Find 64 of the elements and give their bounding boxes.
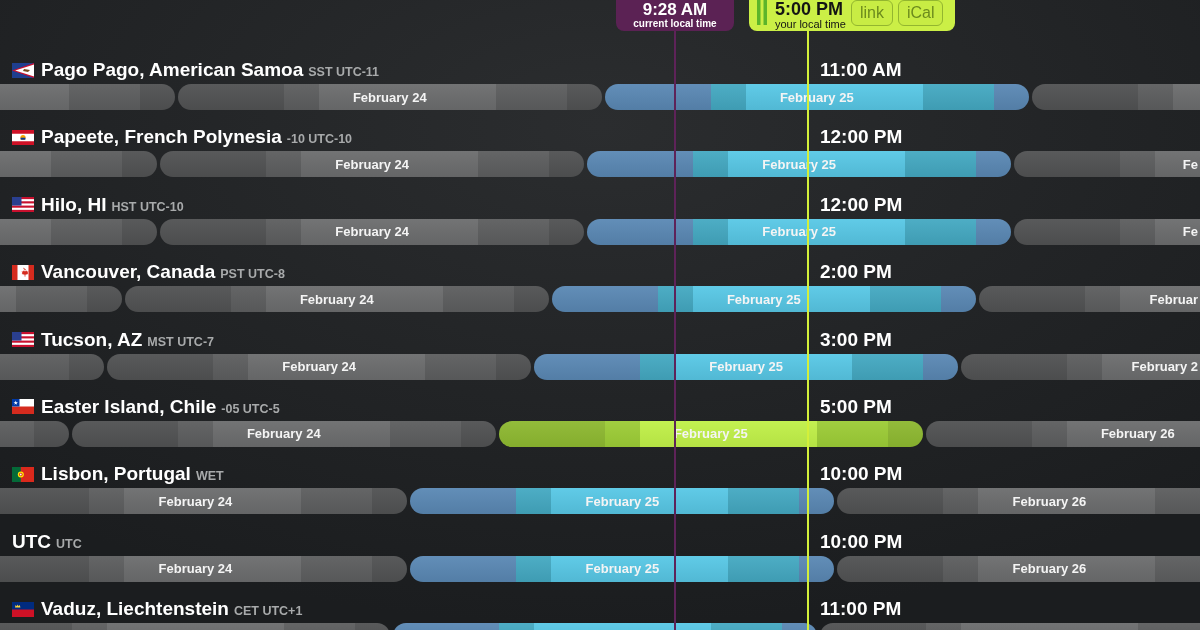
- flag-icon: [12, 332, 34, 348]
- city-time: 11:00 AM: [819, 59, 902, 81]
- day-label: February 25: [585, 561, 660, 577]
- day-label: February 24: [158, 493, 233, 509]
- city-time: 12:00 PM: [819, 193, 903, 216]
- day-label: February 2: [1131, 359, 1198, 375]
- city-time: 11:00 PM: [819, 598, 902, 621]
- day-label: February 26: [1012, 493, 1087, 509]
- flag-icon: [12, 399, 34, 415]
- action-button[interactable]: iCal: [897, 0, 944, 26]
- day-label: February 25: [585, 493, 660, 509]
- city-name: Pago Pago, American Samoa: [41, 59, 304, 81]
- city-name: Lisbon, Portugal: [41, 463, 191, 486]
- city-name: Hilo, HI: [41, 193, 107, 216]
- time-zone-label: UTC: [56, 536, 82, 551]
- city-time: 12:00 PM: [819, 126, 903, 149]
- city-name: UTC: [12, 530, 52, 553]
- current-time-caption: current local time: [633, 18, 717, 29]
- day-label: February 24: [246, 426, 321, 442]
- time-handle[interactable]: 5:00 PM your local time link iCal: [748, 0, 955, 31]
- day-label: February 24: [158, 561, 233, 577]
- grip-icon[interactable]: [756, 0, 767, 25]
- action-button[interactable]: link: [850, 0, 893, 26]
- day-label: February 26: [1100, 426, 1175, 442]
- day-label: February 24: [299, 291, 374, 307]
- time-zone-label: CET UTC+1: [233, 604, 303, 619]
- day-label: February 25: [709, 359, 783, 375]
- city-name: Vaduz, Liechtenstein: [41, 598, 229, 621]
- city-time: 2:00 PM: [819, 261, 892, 284]
- time-zone-label: SST UTC-11: [308, 65, 380, 79]
- flag-icon: [12, 129, 34, 145]
- flag-icon: [12, 62, 34, 78]
- flag-icon: [12, 197, 34, 213]
- city-time: 10:00 PM: [819, 530, 903, 553]
- flag-icon: [12, 264, 34, 280]
- day-label: February 24: [335, 224, 409, 240]
- selected-time: 5:00 PM: [774, 0, 844, 18]
- time-zone-label: -05 UTC-5: [221, 401, 280, 416]
- city-time: 5:00 PM: [819, 395, 892, 418]
- day-label: February 24: [282, 359, 356, 375]
- day-label: February 25: [726, 291, 801, 307]
- day-label: February 24: [335, 156, 409, 172]
- day-label: February 26: [1012, 561, 1087, 577]
- city-time: 10:00 PM: [819, 463, 903, 486]
- flag-icon: [12, 601, 34, 617]
- time-zone-label: MST UTC-7: [147, 334, 214, 349]
- time-zone-label: PST UTC-8: [220, 267, 285, 282]
- day-label: February 24: [352, 89, 427, 105]
- day-label: February 25: [673, 426, 748, 442]
- current-time: 9:28 AM: [642, 1, 708, 18]
- selected-time-line[interactable]: [806, 31, 809, 57]
- day-label: Februar: [1149, 291, 1198, 307]
- day-label: Fe: [1182, 156, 1198, 172]
- city-name: Vancouver, Canada: [41, 261, 216, 284]
- city-name: Papeete, French Polynesia: [41, 126, 282, 149]
- time-zone-label: -10 UTC-10: [286, 132, 353, 147]
- time-zone-label: WET: [195, 469, 224, 484]
- city-name: Easter Island, Chile: [41, 395, 217, 418]
- day-label: Fe: [1182, 224, 1198, 240]
- time-zone-label: HST UTC-10: [111, 199, 184, 214]
- city-time: 3:00 PM: [819, 328, 892, 351]
- city-name: Tucson, AZ: [41, 328, 143, 351]
- flag-icon: [12, 466, 34, 482]
- selected-time-caption: your local time: [774, 18, 846, 30]
